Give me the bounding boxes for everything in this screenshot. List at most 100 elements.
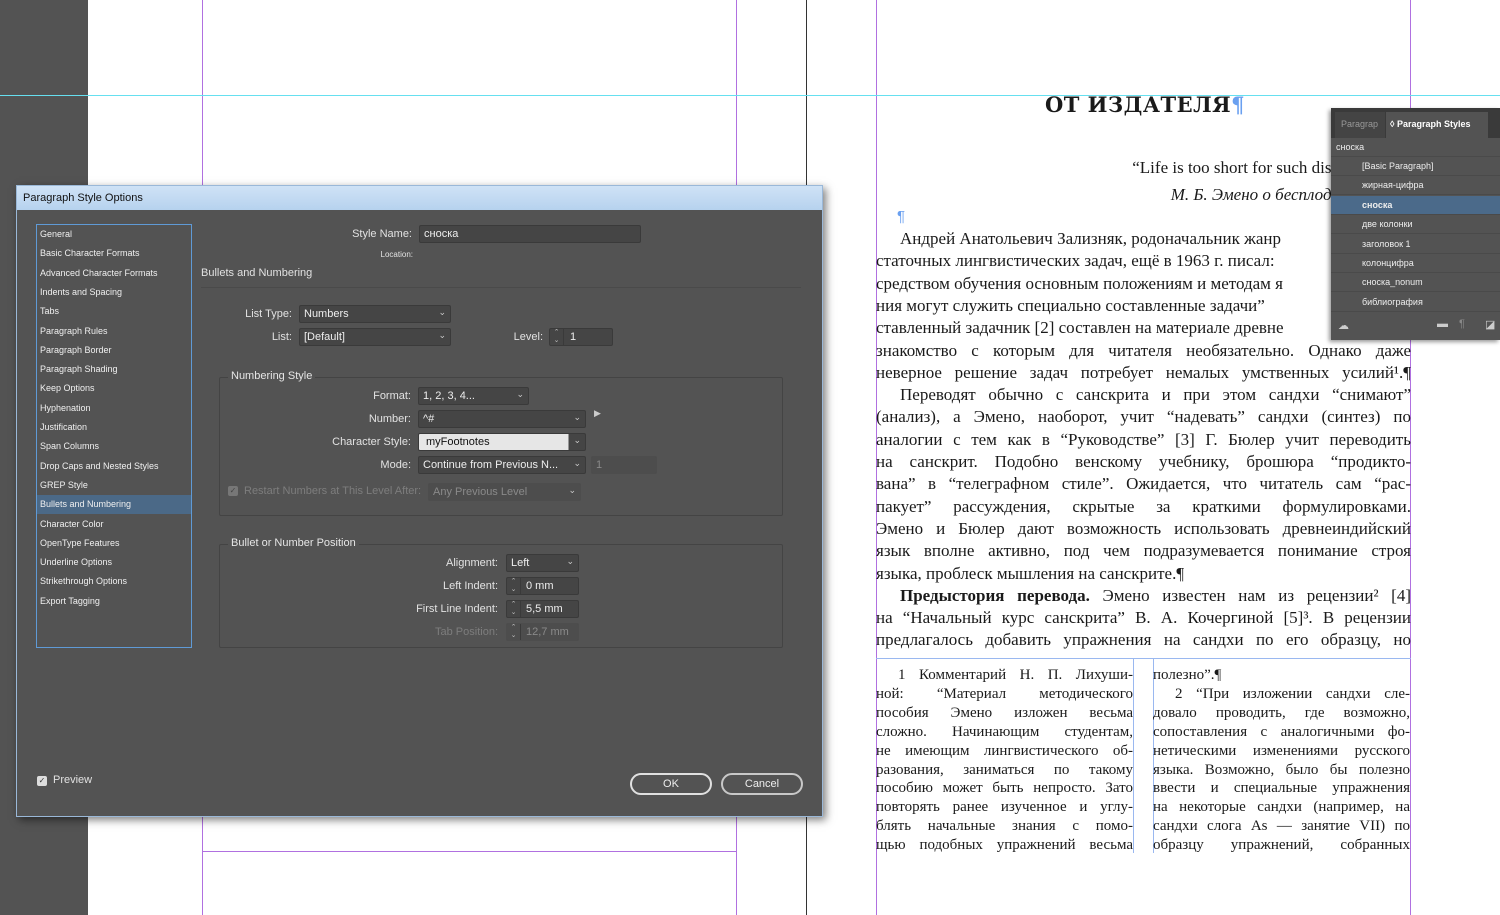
chevron-down-icon[interactable]: ⌄ <box>573 412 581 423</box>
alignment-label: Alignment: <box>446 557 498 569</box>
first-line-indent-stepper[interactable]: ⌃ ⌄ 5,5 mm <box>506 600 579 618</box>
format-label: Format: <box>373 390 411 402</box>
category-item[interactable]: Paragraph Rules <box>37 322 191 341</box>
footnote-line: сандхи слога As — занятие VII) по <box>1153 818 1410 835</box>
line-text: Переводят обычно с санскрита и при этом … <box>900 385 1411 405</box>
category-item[interactable]: GREP Style <box>37 476 191 495</box>
mode-start-input[interactable]: 1 <box>591 456 657 474</box>
restart-numbers-label: Restart Numbers at This Level After: <box>244 485 422 497</box>
line-text: Эмено известен нам из рецензии² [4] <box>1089 585 1411 605</box>
style-item[interactable]: заголовок 1 <box>1331 235 1500 254</box>
paragraph-style-options-dialog: Paragraph Style Options General Basic Cha… <box>16 185 823 817</box>
stepper-arrows-icon[interactable]: ⌃ ⌄ <box>550 329 564 345</box>
footnote-line: на некоторые сандхи (например, на <box>1153 799 1410 816</box>
tab-position-stepper[interactable]: ⌃ ⌄ 12,7 mm <box>506 623 579 641</box>
location-label: Location: <box>380 250 413 259</box>
epigraph-quote[interactable]: “Life is too short for such disp <box>1020 158 1340 178</box>
chevron-down-icon: ⌄ <box>438 307 446 317</box>
divider <box>201 287 801 288</box>
paragraph-styles-panel: Paragrap ◊ Paragraph Styles сноска [Basi… <box>1331 108 1500 340</box>
number-combobox[interactable]: ^# ⌄ <box>418 410 586 428</box>
section-title: Bullets and Numbering <box>201 267 313 279</box>
category-item[interactable]: Indents and Spacing <box>37 283 191 302</box>
category-item[interactable]: Keep Options <box>37 379 191 398</box>
text-line: предлагалось добавить упражнения на санд… <box>876 629 1411 651</box>
format-select[interactable]: 1, 2, 3, 4... ⌄ <box>418 387 529 405</box>
category-item[interactable]: Underline Options <box>37 553 191 572</box>
text-line: Переводят обычно с санскрита и при этом … <box>876 384 1411 406</box>
category-list[interactable]: General Basic Character Formats Advanced C… <box>36 224 192 648</box>
restart-after-select[interactable]: Any Previous Level ⌄ <box>428 483 581 501</box>
category-item[interactable]: Drop Caps and Nested Styles <box>37 457 191 476</box>
mode-select[interactable]: Continue from Previous N... ⌄ <box>418 456 586 474</box>
character-style-select[interactable]: myFootnotes ⌄ <box>418 433 586 451</box>
category-item[interactable]: Tabs <box>37 302 191 321</box>
category-item[interactable]: Character Color <box>37 515 191 534</box>
category-item[interactable]: OpenType Features <box>37 534 191 553</box>
ok-button[interactable]: OK <box>630 773 712 795</box>
style-name-input[interactable]: сноска <box>419 225 641 243</box>
line-text: ставленный задачник [2] составлен на мат… <box>876 318 1284 338</box>
line-text: на санскрит. Подобно венскому учебнику, … <box>876 452 1411 471</box>
preview-checkbox[interactable]: ✓ <box>37 776 47 786</box>
category-item[interactable]: General <box>37 225 191 244</box>
category-item[interactable]: Strikethrough Options <box>37 572 191 591</box>
category-item[interactable]: Advanced Character Formats <box>37 264 191 283</box>
category-item[interactable]: Export Tagging <box>37 592 191 611</box>
style-item[interactable]: колонцифра <box>1331 254 1500 273</box>
tab-paragraph[interactable]: Paragrap <box>1335 112 1385 138</box>
style-item[interactable]: сноска <box>1331 195 1500 215</box>
restart-numbers-checkbox[interactable]: ✓ <box>228 486 238 496</box>
footnote-line: повторять ранее изученное и углу- <box>876 799 1133 816</box>
current-style-label: сноска <box>1331 138 1500 157</box>
category-item[interactable]: Paragraph Shading <box>37 360 191 379</box>
cc-library-icon[interactable]: ☁ <box>1338 319 1349 332</box>
stepper-arrows-icon[interactable]: ⌃ ⌄ <box>507 601 521 617</box>
footnote-line: сложно. Начинающим студентам, <box>876 723 1133 740</box>
dialog-title-bar[interactable]: Paragraph Style Options <box>17 186 822 210</box>
line-text: Эмено и Бюлер дают возможность использов… <box>876 518 1411 538</box>
chevron-down-icon: ⌄ <box>573 458 581 468</box>
style-item[interactable]: жирная-цифра <box>1331 176 1500 196</box>
tab-paragraph-styles[interactable]: ◊ Paragraph Styles <box>1386 112 1488 138</box>
pilcrow-mark: ¶ <box>897 208 906 225</box>
epigraph-attribution[interactable]: М. Б. Эмено о бесплодн <box>1020 185 1340 205</box>
style-item[interactable]: [Basic Paragraph] <box>1331 157 1500 176</box>
cancel-button[interactable]: Cancel <box>721 773 803 795</box>
list-select[interactable]: [Default] ⌄ <box>299 328 451 346</box>
category-item[interactable]: Paragraph Border <box>37 341 191 360</box>
clear-overrides-icon[interactable]: ¶ <box>1459 318 1465 330</box>
left-indent-stepper[interactable]: ⌃ ⌄ 0 mm <box>506 577 579 595</box>
line-text: ния могут служить специально составленны… <box>876 295 1265 315</box>
list-type-select[interactable]: Numbers ⌄ <box>299 305 451 323</box>
stepper-arrows-icon[interactable]: ⌃ ⌄ <box>507 578 521 594</box>
footnote-line: образцу упражнений, собранных <box>1153 837 1410 854</box>
style-item[interactable]: сноска_nonum <box>1331 273 1500 293</box>
line-text: знакомство с которым для читателя необяз… <box>876 340 1411 360</box>
category-item[interactable]: Span Columns <box>37 437 191 456</box>
footnote-line: разования, заниматься по такому <box>876 761 1133 778</box>
line-text: на “Начальный курс санскрита” В. А. Коче… <box>876 608 1411 628</box>
footnote-line: 1 Комментарий Н. П. Лихуши- <box>898 667 1133 683</box>
footnote-line: языка. Возможно, было бы полезно <box>1153 761 1410 778</box>
footnote-line: не имеющим лингвистического об- <box>876 742 1133 759</box>
line-text: предлагалось добавить упражнения на санд… <box>876 630 1411 650</box>
category-item[interactable]: Hyphenation <box>37 399 191 418</box>
level-stepper[interactable]: ⌃ ⌄ 1 <box>549 328 613 346</box>
insert-special-arrow-icon[interactable]: ▶ <box>594 408 601 419</box>
bullet-position-group <box>219 544 783 648</box>
new-group-folder-icon[interactable]: ▬ <box>1437 318 1448 330</box>
style-item[interactable]: библиография <box>1331 293 1500 312</box>
column-guide <box>1133 658 1134 853</box>
panel-tabs: Paragrap ◊ Paragraph Styles <box>1331 108 1500 138</box>
category-item[interactable]: Bullets and Numbering <box>37 495 191 515</box>
category-item[interactable]: Basic Character Formats <box>37 244 191 263</box>
alignment-select[interactable]: Left ⌄ <box>506 554 579 572</box>
line-text: статочных лингвистических задач, ещё в 1… <box>876 251 1275 271</box>
line-text: пакует” рассуждения, скрытые за краткими… <box>876 496 1411 516</box>
text-line: язык вполне активно, под чем подразумева… <box>876 540 1411 562</box>
new-style-icon[interactable]: ◪ <box>1485 318 1495 331</box>
document-title[interactable]: ОТ ИЗДАТЕЛЯ¶ <box>1000 92 1290 117</box>
style-item[interactable]: две колонки <box>1331 215 1500 235</box>
category-item[interactable]: Justification <box>37 418 191 437</box>
